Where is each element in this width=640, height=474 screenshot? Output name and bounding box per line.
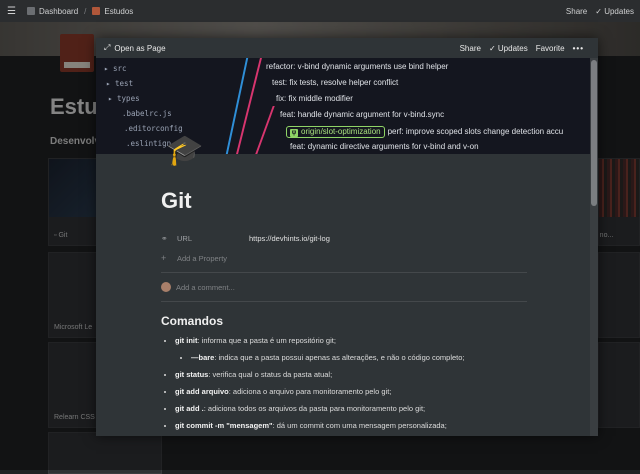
branch-tag: ψ origin/slot-optimization	[286, 126, 385, 138]
commit-message: fix: fix middle modifier	[276, 94, 353, 103]
command-name: —bare	[191, 353, 215, 362]
commit-message: refactor: v-bind dynamic arguments use b…	[266, 62, 449, 71]
list-item: git add .: adiciona todos os arquivos da…	[175, 400, 527, 417]
command-name: git add arquivo	[175, 387, 229, 396]
tree-label: test	[115, 79, 134, 88]
top-actions: Share ✓ Updates	[566, 0, 634, 22]
open-as-page-button[interactable]: ⤢ Open as Page	[104, 43, 166, 53]
tree-item: ▸ src	[104, 64, 127, 73]
share-button[interactable]: Share	[460, 44, 481, 53]
git-graph-line	[255, 106, 275, 154]
list-item: git status: verifica qual o status da pa…	[175, 366, 527, 383]
favorite-button[interactable]: Favorite	[536, 44, 565, 53]
add-property-button[interactable]: + Add a Property	[161, 250, 527, 266]
commit-text: perf: improve scoped slots change detect…	[387, 127, 564, 136]
check-icon: ✓	[595, 6, 605, 16]
avatar	[161, 282, 171, 292]
list-item: —bare: indica que a pasta possui apenas …	[191, 349, 527, 366]
scrollbar-thumb[interactable]	[591, 60, 597, 206]
updates-button[interactable]: ✓ Updates	[489, 44, 528, 53]
graduation-cap-icon[interactable]: 🎓	[166, 134, 203, 168]
branch-icon: ψ	[290, 129, 298, 137]
tree-item: ▸ types	[108, 94, 140, 103]
comment-placeholder: Add a comment...	[176, 282, 235, 292]
modal-actions: Share ✓ Updates Favorite •••	[460, 38, 584, 58]
tree-item: .babelrc.js	[122, 109, 172, 118]
list-item: git commit -m "mensagem": dá um commit c…	[175, 417, 527, 434]
breadcrumb-label: Dashboard	[39, 6, 79, 16]
updates-label: Updates	[497, 43, 528, 53]
command-desc: : indica que a pasta possui apenas as al…	[214, 353, 465, 362]
page-preview-modal: ⤢ Open as Page Share ✓ Updates Favorite …	[96, 38, 598, 436]
chevron-right-icon: ▸	[108, 94, 118, 103]
command-name: git commit -m "mensagem"	[175, 421, 273, 430]
breadcrumb-separator: /	[84, 6, 87, 16]
page-icon	[27, 7, 35, 15]
expand-icon: ⤢	[104, 43, 111, 52]
property-name[interactable]: URL	[177, 234, 249, 243]
share-button[interactable]: Share	[566, 7, 587, 16]
menu-icon[interactable]: ☰	[7, 6, 19, 17]
chevron-right-icon: ▸	[104, 64, 114, 73]
commit-message: ψ origin/slot-optimization perf: improve s…	[286, 126, 563, 138]
commit-message: test: fix tests, resolve helper conflict	[272, 78, 399, 87]
more-options-icon[interactable]: •••	[573, 44, 584, 53]
book-icon	[92, 7, 101, 15]
plus-icon: +	[161, 253, 167, 263]
command-desc: : informa que a pasta é um repositório g…	[197, 336, 336, 345]
command-name: git init	[175, 336, 198, 345]
tree-label: types	[117, 94, 140, 103]
command-name: git status	[175, 370, 209, 379]
page-title: Git	[161, 188, 192, 213]
comment-input[interactable]: Add a comment...	[161, 279, 527, 295]
breadcrumb-dashboard[interactable]: Dashboard	[27, 7, 78, 16]
commit-message: feat: handle dynamic argument for v-bind…	[280, 110, 445, 119]
modal-header: ⤢ Open as Page Share ✓ Updates Favorite …	[96, 38, 590, 58]
add-property-label: Add a Property	[177, 253, 228, 263]
divider	[161, 301, 527, 302]
divider	[161, 272, 527, 273]
open-as-page-label: Open as Page	[114, 43, 166, 53]
git-graph-line	[236, 58, 262, 154]
tree-label: src	[113, 64, 127, 73]
commit-message: feat: dynamic directive arguments for v-…	[290, 142, 479, 151]
page-content: Git ⚭ URL https://devhints.io/git-log + …	[161, 188, 527, 434]
chevron-right-icon: ▸	[106, 79, 116, 88]
list-item: git init: informa que a pasta é um repos…	[175, 332, 527, 366]
breadcrumb-label: Estudos	[104, 6, 134, 16]
url-property: ⚭ URL https://devhints.io/git-log	[161, 230, 527, 246]
check-icon: ✓	[488, 43, 498, 53]
link-icon: ⚭	[161, 233, 168, 243]
tree-item: .eslintign	[126, 139, 172, 148]
tree-item: .editorconfig	[124, 124, 183, 133]
command-desc: : dá um commit com uma mensagem personal…	[272, 421, 447, 430]
git-graph-line	[225, 58, 249, 154]
url-value[interactable]: https://devhints.io/git-log	[249, 234, 330, 243]
breadcrumb-estudos[interactable]: Estudos	[92, 7, 133, 16]
command-desc: : adiciona todos os arquivos da pasta pa…	[203, 404, 426, 413]
updates-button[interactable]: ✓ Updates	[595, 7, 634, 16]
command-name: git add .	[175, 404, 204, 413]
updates-label: Updates	[604, 6, 634, 16]
tree-item: ▸ test	[106, 79, 133, 88]
top-bar: ☰ Dashboard / Estudos Share ✓ Updates	[0, 0, 640, 22]
command-desc: : verifica qual o status da pasta atual;	[208, 370, 333, 379]
branch-label: origin/slot-optimization	[301, 127, 381, 136]
command-list: git init: informa que a pasta é um repos…	[161, 332, 527, 434]
list-item: git add arquivo: adiciona o arquivo para…	[175, 383, 527, 400]
section-heading: Comandos	[161, 314, 224, 328]
command-desc: : adiciona o arquivo para monitoramento …	[228, 387, 392, 396]
